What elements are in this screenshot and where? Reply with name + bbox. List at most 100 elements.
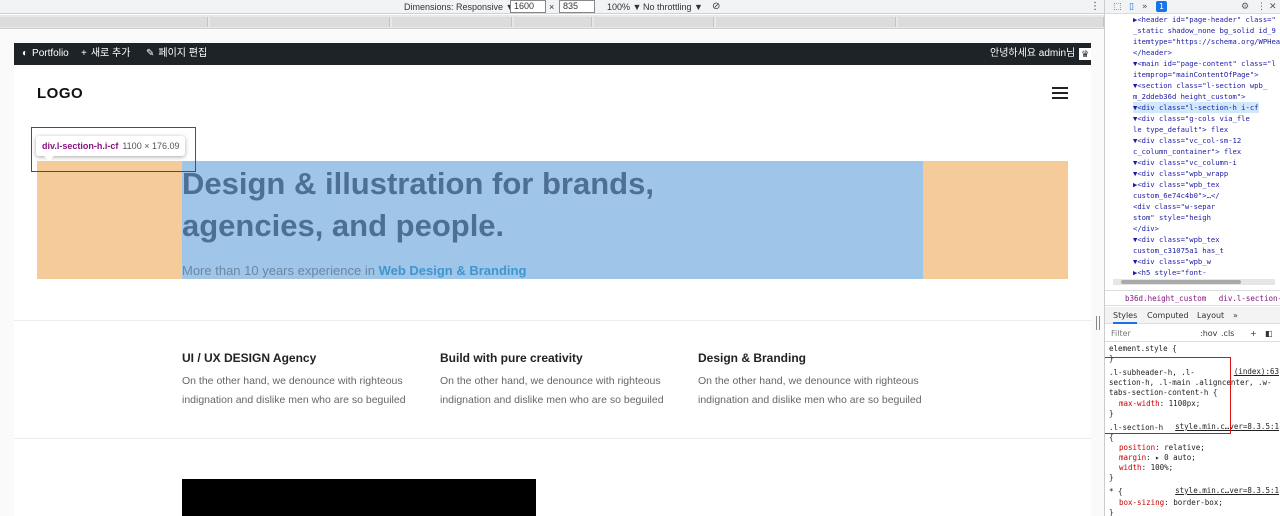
rotate-icon[interactable]: ⊘ (712, 1, 720, 13)
admin-edit-label: 페이지 편집 (158, 48, 208, 59)
styles-tabs: Styles Computed Layout » (1105, 307, 1280, 324)
feature-text: On the other hand, we denounce with righ… (182, 375, 406, 406)
admin-site-link[interactable]: ◐ Portfolio (22, 43, 69, 65)
add-rule-icon[interactable]: + (1250, 325, 1257, 342)
devtools-panel: ⬚ ▯ » 1 ⚙ ⋮ ✕ ▶<header id="page-header" … (1104, 0, 1280, 516)
dom-node[interactable]: m_2ddeb36d height_custom"> (1133, 91, 1246, 102)
styles-filter-bar: Filter :hov .cls + ◧ (1105, 325, 1280, 342)
breadcrumb-item-active[interactable]: div.l-section-h.i-cf (1219, 294, 1280, 303)
rule-selector[interactable]: * { (1109, 486, 1123, 497)
dom-node[interactable]: le type_default"> flex (1133, 124, 1228, 135)
plus-icon: + (81, 48, 87, 59)
dom-node[interactable]: ▼<div class="vc_col-sm-12 (1133, 135, 1241, 146)
close-icon[interactable]: ✕ (1269, 2, 1277, 12)
hero-subtitle-prefix: More than 10 years experience in (182, 263, 379, 278)
admin-new-link[interactable]: + 새로 추가 (81, 43, 130, 65)
scrollbar-thumb[interactable] (1121, 280, 1241, 284)
feature-card: Design & Branding On the other hand, we … (698, 351, 938, 410)
feature-card: Build with pure creativity On the other … (440, 351, 680, 410)
device-toggle-icon[interactable]: ▯ (1129, 2, 1134, 12)
dom-node[interactable]: ▼<div class="wpb_w (1133, 256, 1211, 267)
admin-bar: ◐ Portfolio + 새로 추가 ✎ 페이지 편집 안녕하세요 admin… (14, 43, 1091, 65)
element-style-rule[interactable]: element.style { (1109, 343, 1177, 354)
menu-icon[interactable] (1052, 87, 1068, 99)
dom-node[interactable]: </header> (1133, 47, 1172, 58)
throttle-dropdown[interactable]: No throttling ▼ (643, 1, 703, 13)
zoom-dropdown[interactable]: 100% ▼ (607, 1, 641, 13)
dom-node[interactable]: ▶<div class="wpb_tex (1133, 179, 1220, 190)
dom-node[interactable]: ▼<div class="wpb_tex (1133, 234, 1220, 245)
dom-node[interactable]: custom_c31075a1 has_t (1133, 245, 1224, 256)
panel-resize-handle[interactable] (1096, 316, 1100, 330)
inspect-icon[interactable]: ⬚ (1113, 2, 1122, 12)
height-input[interactable]: 835 (559, 0, 595, 13)
dom-node[interactable]: _static shadow_none bg_solid id_9 (1133, 25, 1276, 36)
filter-input[interactable]: Filter (1111, 325, 1131, 342)
css-declaration[interactable]: width: 100%; (1119, 462, 1173, 473)
breadcrumb: b36d.height_custom div.l-section-h.i-cf (1105, 290, 1280, 306)
more-tabs-icon[interactable]: » (1142, 2, 1148, 12)
dom-node[interactable]: ▼<div class="g-cols via_fle (1133, 113, 1250, 124)
dom-node[interactable]: ▼<main id="page-content" class="l (1133, 58, 1276, 69)
dom-node[interactable]: ▶<header id="page-header" class=" (1133, 14, 1276, 25)
width-input[interactable]: 1600 (510, 0, 546, 13)
admin-site-label: Portfolio (32, 48, 69, 59)
more-options-icon[interactable]: ⋮ (1090, 1, 1100, 13)
dom-node[interactable]: ▼<div class="vc_column-i (1133, 157, 1237, 168)
css-property: box-sizing (1119, 498, 1165, 507)
feature-card: UI / UX DESIGN Agency On the other hand,… (182, 351, 422, 410)
admin-new-label: 새로 추가 (90, 48, 131, 59)
css-value: relative; (1164, 443, 1205, 452)
dom-node[interactable]: ▶<h5 style="font- (1133, 267, 1207, 278)
dom-node[interactable]: custom_6e74c4b0">…</ (1133, 190, 1220, 201)
elements-tree[interactable]: ▶<header id="page-header" class=" _static… (1105, 14, 1280, 284)
dimensions-dropdown[interactable]: Dimensions: Responsive ▼ (404, 1, 514, 13)
site-logo[interactable]: LOGO (37, 85, 83, 102)
feature-title: Design & Branding (698, 351, 807, 365)
media-query-ruler[interactable] (0, 15, 1104, 29)
avatar: ♛ (1079, 48, 1091, 60)
dom-node[interactable]: ▼<section class="l-section wpb_ (1133, 80, 1267, 91)
hov-toggle[interactable]: :hov (1200, 325, 1217, 342)
section-divider (14, 438, 1091, 439)
dom-node[interactable]: itemprop="mainContentOfPage"> (1133, 69, 1259, 80)
css-value: ▸ 0 auto; (1155, 453, 1196, 462)
palette-icon: ◐ (22, 48, 29, 59)
dom-node[interactable]: ▼<div class="wpb_wrapp (1133, 168, 1228, 179)
cls-toggle[interactable]: .cls (1221, 325, 1234, 342)
tooltip-size: 1100 × 176.09 (122, 141, 180, 151)
website-viewport: ◐ Portfolio + 새로 추가 ✎ 페이지 편집 안녕하세요 admin… (14, 43, 1091, 516)
browser-window: Dimensions: Responsive ▼ 1600 × 835 100%… (0, 0, 1280, 516)
css-value: border-box; (1173, 498, 1223, 507)
kebab-icon[interactable]: ⋮ (1257, 2, 1266, 12)
dom-node-selected[interactable]: ▼<div class="l-section-h i-cf (1133, 102, 1259, 113)
dom-node[interactable]: c_column_container"> flex (1133, 146, 1241, 157)
pencil-icon: ✎ (146, 48, 155, 59)
dom-node[interactable]: itemtype="https://schema.org/WPHea (1133, 36, 1280, 47)
admin-edit-link[interactable]: ✎ 페이지 편집 (146, 43, 207, 65)
tab-more[interactable]: » (1233, 307, 1238, 324)
feature-title: Build with pure creativity (440, 351, 583, 365)
hero-subtitle: More than 10 years experience in Web Des… (182, 263, 526, 278)
issues-badge[interactable]: 1 (1156, 1, 1168, 12)
rule-source-link[interactable]: style.min.c…ver=8.3.5:1 (1175, 486, 1279, 495)
css-property: width (1119, 463, 1142, 472)
dom-node[interactable]: <div class="w-separ (1133, 201, 1215, 212)
css-declaration[interactable]: box-sizing: border-box; (1119, 497, 1223, 508)
dom-node[interactable]: </div> (1133, 223, 1159, 234)
admin-greeting: 안녕하세요 admin님 (990, 48, 1076, 59)
tree-scrollbar[interactable] (1113, 279, 1275, 285)
settings-icon[interactable]: ⚙ (1241, 2, 1249, 12)
admin-account-link[interactable]: 안녕하세요 admin님 ♛ (990, 43, 1091, 65)
tab-styles[interactable]: Styles (1113, 307, 1138, 324)
css-property: position (1119, 443, 1156, 452)
rule-source-link[interactable]: (index):63 (1234, 367, 1279, 376)
dom-node[interactable]: stom" style="heigh (1133, 212, 1211, 223)
breadcrumb-item[interactable]: b36d.height_custom (1125, 294, 1206, 303)
tab-computed[interactable]: Computed (1147, 307, 1189, 324)
feature-text: On the other hand, we denounce with righ… (698, 375, 922, 406)
rule-brace: } (1109, 508, 1114, 516)
toggle-sidebar-icon[interactable]: ◧ (1265, 325, 1273, 342)
tab-layout[interactable]: Layout (1197, 307, 1224, 324)
media-block (182, 479, 536, 516)
